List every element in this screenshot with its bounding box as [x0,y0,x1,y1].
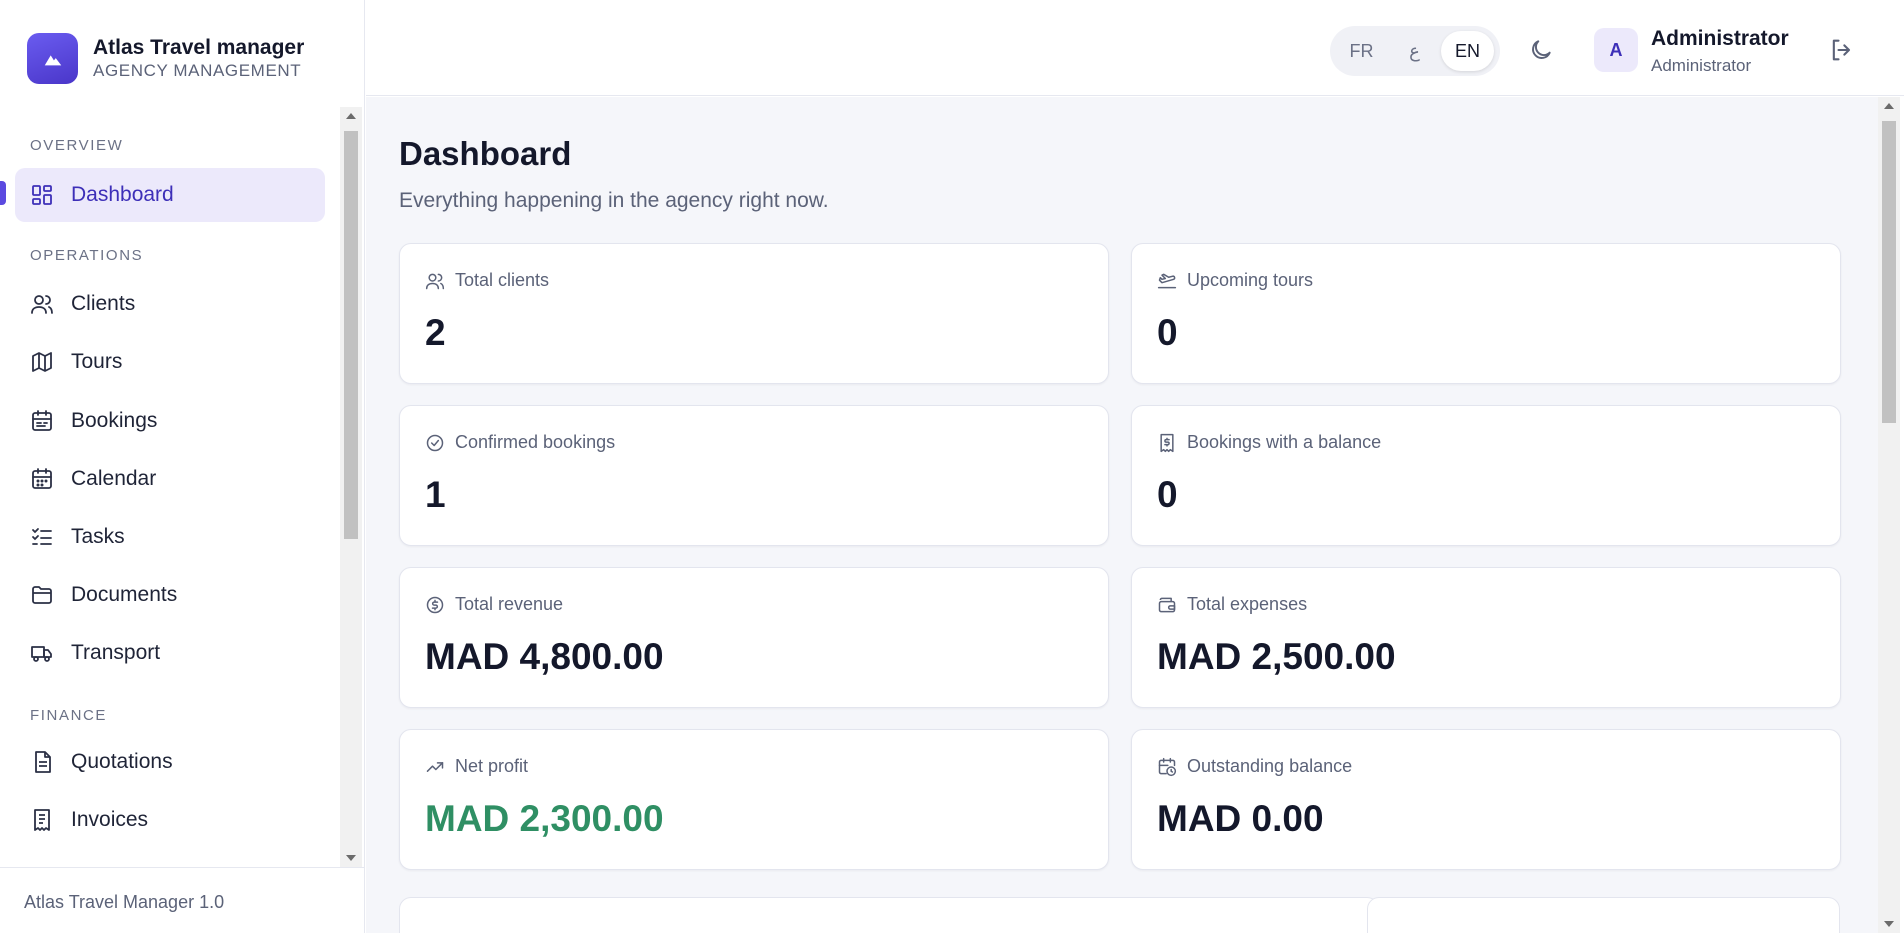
section-finance: FINANCE [30,707,108,724]
stat-label: Net profit [455,756,529,776]
sidebar-item-tasks[interactable]: Tasks [15,510,325,564]
sidebar-nav: OVERVIEW Dashboard OPERATIONS Clients To… [0,107,365,867]
brand-title: Atlas Travel manager [93,35,305,59]
stat-value: MAD 0.00 [1157,798,1324,839]
stat-card-net-profit: Net profit MAD 2,300.00 [399,729,1109,870]
stat-label: Confirmed bookings [455,432,616,452]
dollar-circle-icon [426,596,444,613]
dashboard-grid-icon [32,185,52,205]
user-role: Administrator [1651,56,1752,75]
sidebar-item-clients[interactable]: Clients [15,277,325,331]
main-scroll-thumb[interactable] [1882,121,1896,423]
stat-card-upcoming-tours: Upcoming tours 0 [1131,243,1841,384]
page-title: Dashboard [399,135,572,172]
stat-card-outstanding-balance: Outstanding balance MAD 0.00 [1131,729,1841,870]
sidebar-item-label: Quotations [71,750,173,773]
calendar-clock-icon [1158,757,1177,776]
stat-card-total-revenue: Total revenue MAD 4,800.00 [399,567,1109,708]
stat-value: MAD 2,500.00 [1157,636,1396,677]
avatar[interactable]: A [1594,28,1638,72]
panel-left-partial [399,897,1379,933]
stat-value: MAD 2,300.00 [425,798,664,839]
stat-label: Outstanding balance [1187,756,1353,776]
receipt-icon [34,809,50,831]
lang-option-en[interactable]: EN [1441,31,1494,71]
sidebar-item-label: Dashboard [71,183,174,206]
users-icon [425,273,445,289]
wallet-icon [1158,597,1176,612]
stat-value: 0 [1157,474,1178,515]
plane-departure-icon [1157,273,1177,288]
truck-icon [31,646,52,662]
stat-label: Upcoming tours [1187,270,1314,290]
stat-card-total-clients: Total clients 2 [399,243,1109,384]
scroll-down-arrow-icon[interactable] [1884,921,1894,927]
top-bar: FR ع EN A Administrator Administrator [366,0,1904,96]
scroll-up-arrow-icon[interactable] [1884,103,1894,109]
sidebar-item-transport[interactable]: Transport [15,626,325,680]
lang-option-fr[interactable]: FR [1335,31,1388,71]
moon-icon [1532,40,1551,59]
sidebar-item-label: Tours [71,350,123,373]
sidebar-scrollbar[interactable] [340,107,362,867]
stat-value: 0 [1157,312,1178,353]
stat-label: Total expenses [1187,594,1308,614]
sidebar-item-label: Documents [71,583,178,606]
sidebar-item-label: Tasks [71,525,125,548]
checklist-icon [32,528,52,545]
sidebar-item-calendar[interactable]: Calendar [15,452,325,506]
sidebar-item-label: Clients [71,292,136,315]
sidebar-item-dashboard[interactable]: Dashboard [15,168,325,222]
brand-subtitle: AGENCY MANAGEMENT [93,60,302,80]
check-circle-icon [426,434,444,451]
receipt-dollar-icon [1160,433,1174,452]
trending-up-icon [426,761,444,772]
stat-label: Total revenue [455,594,564,614]
sidebar-item-label: Bookings [71,409,158,432]
sidebar-item-invoices[interactable]: Invoices [15,793,325,847]
stat-label: Bookings with a balance [1187,432,1382,452]
stat-value: MAD 4,800.00 [425,636,664,677]
sidebar-item-label: Invoices [71,808,149,831]
stat-value: 1 [425,474,446,515]
sidebar: Atlas Travel manager AGENCY MANAGEMENT O… [0,0,365,933]
sidebar-item-label: Transport [71,641,161,664]
calendar-icon [32,468,52,489]
section-operations: OPERATIONS [30,247,144,264]
sidebar-scroll-thumb[interactable] [344,131,358,539]
lang-option-ar[interactable]: ع [1388,31,1441,71]
sidebar-item-documents[interactable]: Documents [15,568,325,622]
logout-button[interactable] [1828,36,1856,64]
users-icon [31,295,53,314]
theme-toggle-button[interactable] [1526,35,1556,65]
stat-value: 2 [425,312,446,353]
main-content: Dashboard Everything happening in the ag… [366,97,1878,933]
user-name: Administrator [1651,27,1789,50]
main-scrollbar[interactable] [1878,97,1900,933]
brand[interactable]: Atlas Travel manager AGENCY MANAGEMENT [27,33,304,84]
sidebar-item-quotations[interactable]: Quotations [15,735,325,789]
scroll-up-arrow-icon[interactable] [346,113,356,119]
folder-icon [32,586,52,604]
sidebar-item-tours[interactable]: Tours [15,335,325,389]
scroll-down-arrow-icon[interactable] [346,855,356,861]
panel-right-partial [1367,897,1840,933]
language-switcher: FR ع EN [1330,26,1500,76]
document-icon [35,751,51,773]
map-icon [32,352,52,372]
page-subtitle: Everything happening in the agency right… [399,189,829,212]
logout-icon [1832,39,1851,61]
stat-card-total-expenses: Total expenses MAD 2,500.00 [1131,567,1841,708]
active-indicator [0,181,6,205]
sidebar-footer-version: Atlas Travel Manager 1.0 [0,867,365,933]
calendar-list-icon [32,410,52,431]
section-overview: OVERVIEW [30,137,124,154]
sidebar-item-bookings[interactable]: Bookings [15,394,325,448]
mountain-logo-icon [27,33,78,84]
stat-card-bookings-with-balance: Bookings with a balance 0 [1131,405,1841,546]
sidebar-item-label: Calendar [71,467,157,490]
stat-label: Total clients [455,270,550,290]
stat-card-confirmed-bookings: Confirmed bookings 1 [399,405,1109,546]
